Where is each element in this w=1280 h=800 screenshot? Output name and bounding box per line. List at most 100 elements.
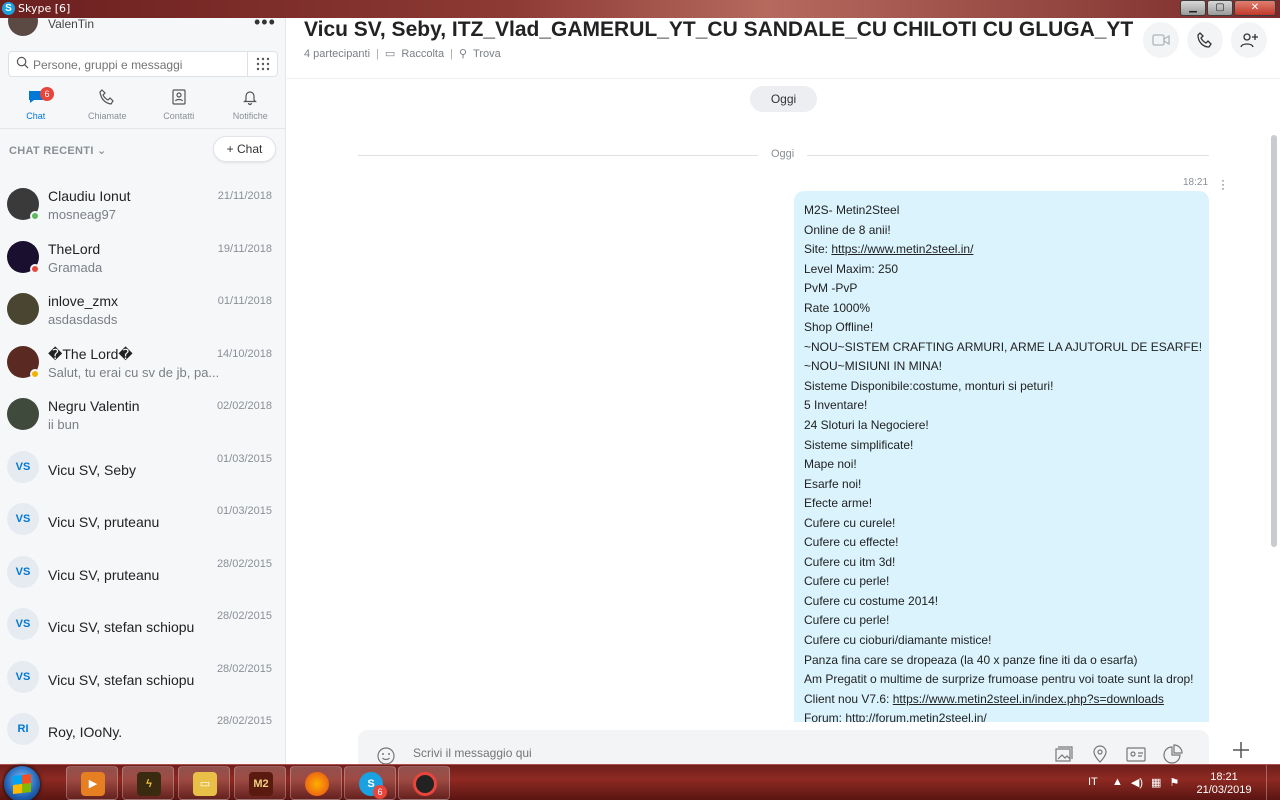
find-link[interactable]: Trova (473, 48, 501, 60)
network-icon[interactable]: ▦ (1151, 776, 1161, 789)
taskbar-explorer[interactable]: ▭ (178, 766, 230, 800)
chat-item-roy-ioony[interactable]: RI Roy, IOoNy. 28/02/2015 (0, 703, 285, 756)
tab-chat[interactable]: 6 Chat (0, 84, 72, 128)
firefox-icon (305, 772, 329, 796)
sidebar-divider (0, 128, 285, 129)
chat-name: Vicu SV, pruteanu (48, 514, 160, 530)
chat-item-vicu-pruteanu[interactable]: VS Vicu SV, pruteanu 01/03/2015 (0, 493, 285, 546)
chat-date: 28/02/2015 (216, 557, 272, 570)
message-link[interactable]: https://www.metin2steel.in/ (831, 242, 973, 256)
chat-item-vicu-stefan-2[interactable]: VS Vicu SV, stefan schiopu 28/02/2015 (0, 651, 285, 704)
chat-item-negru-valentin[interactable]: Negru Valentin ii bun 02/02/2018 (0, 388, 285, 441)
chat-name: TheLord (48, 240, 101, 257)
find-icon: ⚲ (458, 48, 468, 60)
gallery-link[interactable]: Raccolta (401, 48, 444, 60)
show-hidden-icons-icon[interactable]: ▲ (1112, 776, 1123, 789)
taskbar-media-player[interactable]: ▶ (66, 766, 118, 800)
chat-item-the-lord[interactable]: �The Lord� Salut, tu erai cu sv de jb, p… (0, 336, 285, 389)
skype-logo-icon: S (2, 2, 15, 15)
avatar-initials: RI (7, 713, 39, 745)
taskbar-skype[interactable]: S 6 (344, 766, 396, 800)
close-button[interactable]: ✕ (1234, 0, 1276, 16)
minimize-button[interactable]: ▁ (1180, 0, 1206, 16)
message-line: Cufere cu costume 2014! (804, 593, 939, 608)
chat-item-inlove-zmx[interactable]: inlove_zmx asdasdasds 01/11/2018 (0, 283, 285, 336)
profile-avatar[interactable] (8, 18, 38, 36)
composer-tools (1053, 744, 1183, 764)
dialpad-button[interactable] (247, 52, 277, 76)
chat-item-thelord[interactable]: TheLord Gramada 19/11/2018 (0, 231, 285, 284)
tab-calls-label: Chiamate (87, 111, 127, 121)
poll-icon[interactable] (1161, 744, 1183, 764)
message-input[interactable] (413, 746, 1013, 760)
message-line: M2S- Metin2Steel (804, 203, 900, 217)
system-tray: ▲ ◀) ▦ ⚑ (1112, 776, 1179, 789)
taskbar-firefox[interactable] (290, 766, 342, 800)
message-line: Cufere cu perle! (804, 574, 890, 589)
profile-name[interactable]: ValenTin (48, 18, 94, 31)
taskbar-app-2[interactable]: ϟ (122, 766, 174, 800)
chat-item-vicu-seby[interactable]: VS Vicu SV, Seby 01/03/2015 (0, 441, 285, 494)
message-line: Cufere cu effecte! (804, 535, 899, 550)
message-line: Client nou V7.6: https://www.metin2steel… (804, 691, 1164, 706)
chat-item-vicu-stefan[interactable]: VS Vicu SV, stefan schiopu 28/02/2015 (0, 598, 285, 651)
clock-date: 21/03/2019 (1196, 784, 1252, 796)
volume-icon[interactable]: ◀) (1131, 776, 1143, 789)
chat-date: 28/02/2015 (216, 662, 272, 675)
conversation-title[interactable]: Vicu SV, Seby, ITZ_Vlad_GAMERUL_YT_CU SA… (304, 18, 1133, 42)
add-content-icon[interactable] (1229, 738, 1253, 762)
message-line: Online de 8 anii! (804, 222, 891, 237)
folder-icon: ▭ (193, 772, 217, 796)
emoji-icon[interactable] (376, 746, 396, 766)
chat-name: Claudiu Ionut (48, 188, 131, 204)
avatar (7, 398, 39, 430)
participants-link[interactable]: 4 partecipanti (304, 48, 370, 60)
video-call-button[interactable] (1143, 22, 1179, 58)
chat-date: 02/02/2018 (216, 400, 272, 412)
new-chat-button[interactable]: + Chat (213, 136, 276, 162)
chat-preview: asdasdasds (48, 312, 118, 327)
sidebar: ValenTin ••• 6 Chat Chiamate Contatti No… (0, 18, 286, 764)
date-separator-label: Oggi (771, 148, 795, 160)
media-gallery-icon[interactable] (1053, 744, 1075, 764)
tab-notifications[interactable]: Notifiche (215, 84, 286, 128)
message-link[interactable]: https://www.metin2steel.in/index.php?s=d… (893, 692, 1164, 706)
more-options-icon[interactable]: ••• (254, 18, 276, 33)
tab-calls[interactable]: Chiamate (72, 84, 144, 128)
audio-call-button[interactable] (1187, 22, 1223, 58)
chat-date: 19/11/2018 (217, 242, 272, 255)
message-line: Cufere cu curele! (804, 515, 896, 530)
chat-name: Vicu SV, pruteanu (48, 566, 160, 583)
scrollbar[interactable] (1271, 135, 1277, 547)
skype-badge: 6 (373, 785, 387, 799)
chevron-down-icon: ⌄ (97, 145, 107, 157)
search-input[interactable] (33, 56, 247, 73)
show-desktop-button[interactable] (1266, 765, 1280, 800)
message-menu-icon[interactable]: · · · (1221, 174, 1225, 194)
separator: | (376, 47, 379, 60)
chat-item-claudiu-ionut[interactable]: Claudiu Ionut mosneag97 21/11/2018 (0, 178, 285, 231)
language-indicator[interactable]: IT (1088, 776, 1098, 788)
contact-card-icon[interactable] (1125, 744, 1147, 764)
message-bubble[interactable]: M2S- Metin2Steel Online de 8 anii! Site: h… (794, 191, 1209, 722)
action-center-icon[interactable]: ⚑ (1169, 776, 1179, 789)
message-line: Mape noi! (804, 457, 857, 472)
start-button[interactable] (4, 766, 40, 800)
location-icon[interactable] (1089, 744, 1111, 764)
message-timestamp: 18:21 (1183, 177, 1209, 188)
status-away-icon (30, 368, 40, 379)
system-clock[interactable]: 18:21 21/03/2019 (1196, 771, 1252, 797)
media-player-icon: ▶ (81, 772, 105, 796)
message-line: Cufere cu perle! (804, 613, 890, 628)
add-participant-button[interactable] (1231, 22, 1267, 58)
taskbar-metin2[interactable]: M2 (234, 766, 286, 800)
window-title: Skype [6] (18, 2, 71, 15)
app-2-icon: ϟ (137, 772, 161, 796)
recent-chats-header[interactable]: CHAT RECENTI ⌄ (9, 144, 107, 157)
maximize-button[interactable]: ▢ (1207, 0, 1233, 16)
chat-item-vicu-pruteanu-2[interactable]: VS Vicu SV, pruteanu 28/02/2015 (0, 546, 285, 599)
chat-preview: Gramada (48, 259, 103, 275)
message-line: Cufere cu itm 3d! (804, 554, 896, 569)
taskbar-recorder[interactable] (398, 766, 450, 800)
tab-contacts[interactable]: Contatti (143, 84, 215, 128)
